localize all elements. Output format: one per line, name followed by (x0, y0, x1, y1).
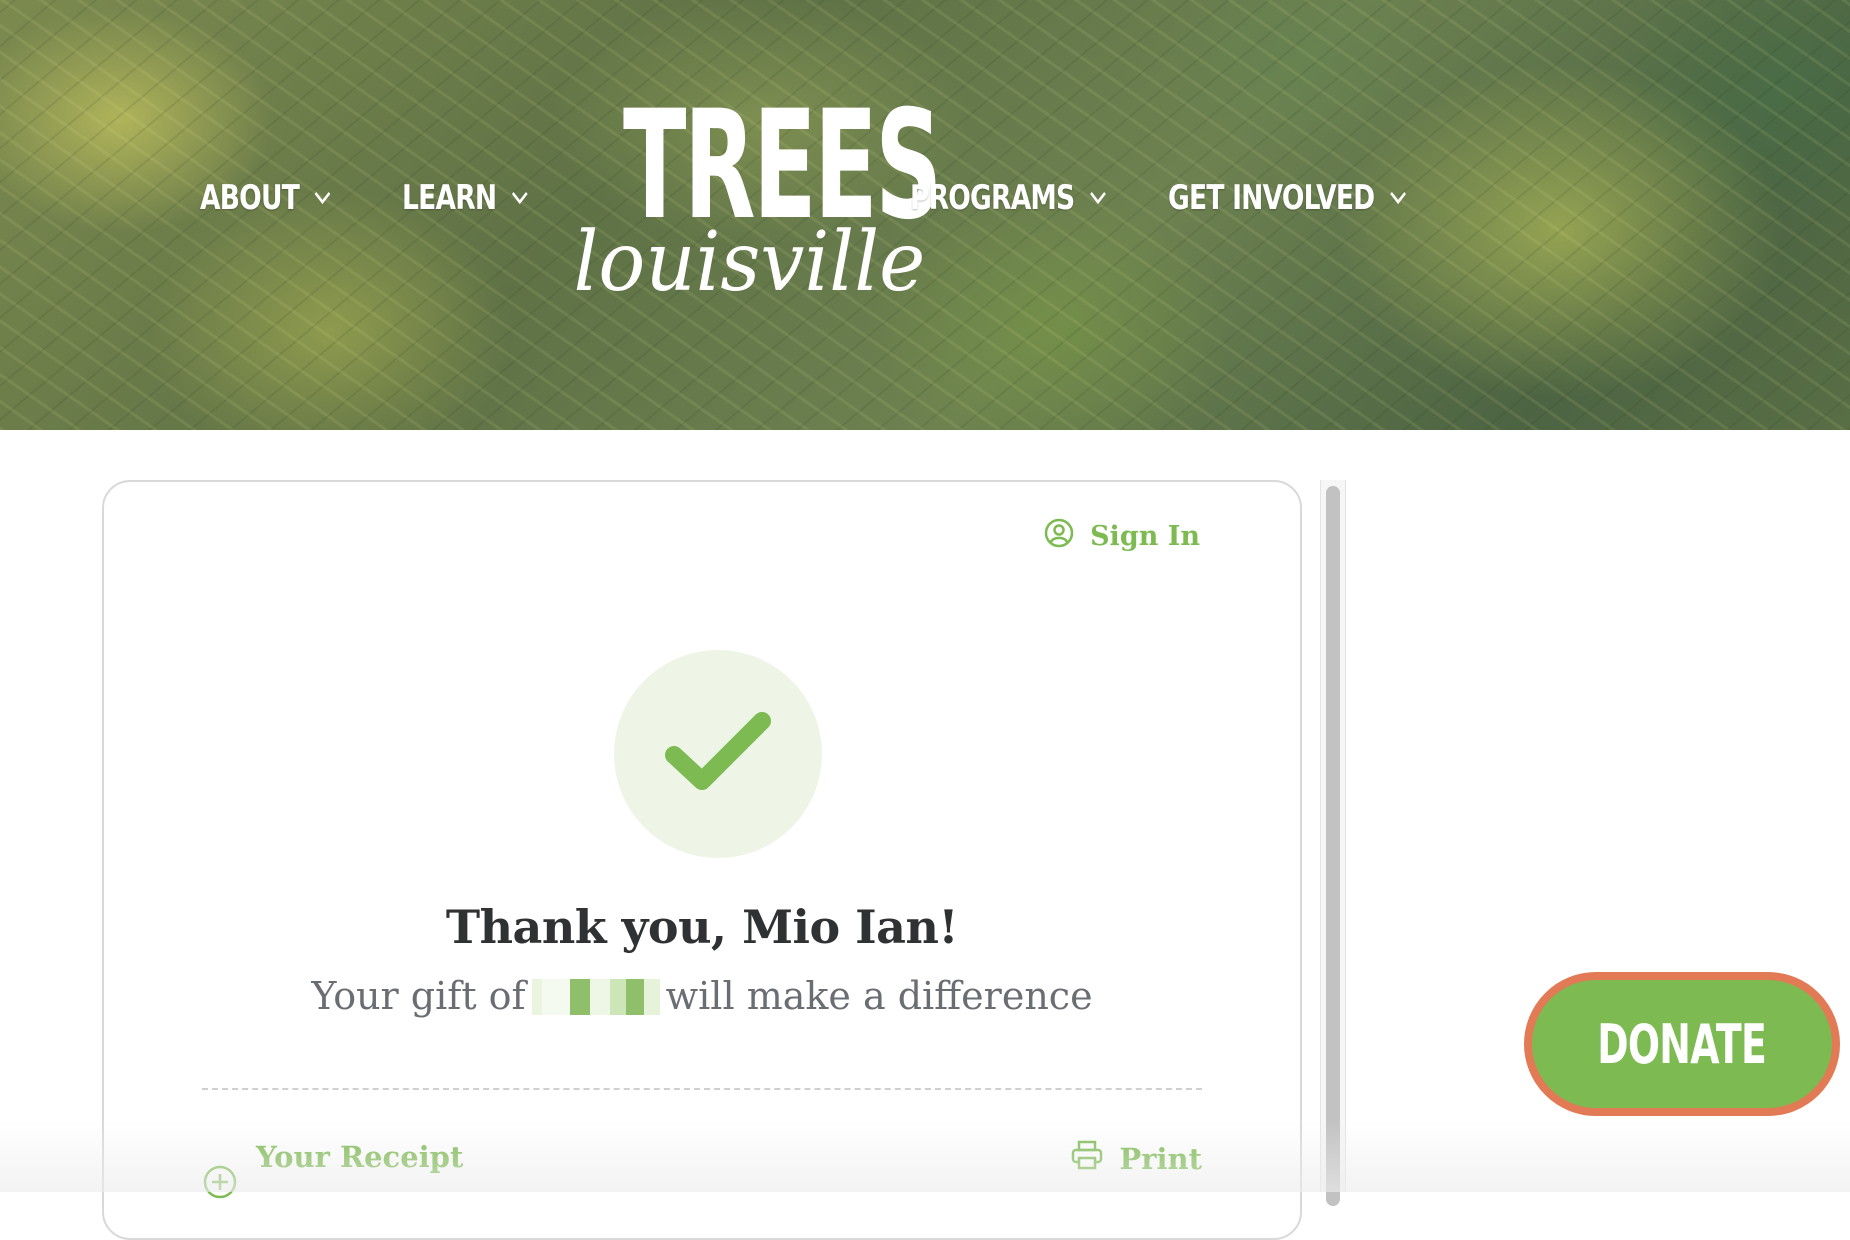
chevron-down-icon (1088, 190, 1107, 206)
plus-circle-icon (202, 1164, 238, 1207)
chevron-down-icon (313, 190, 332, 206)
scrollbar-track[interactable] (1320, 480, 1346, 1206)
chevron-down-icon (510, 190, 529, 206)
hero-banner: ABOUT LEARN TREES louisville PROGRAMS GE… (0, 0, 1850, 430)
receipt-label: Your Receipt (256, 1140, 464, 1174)
donate-button[interactable]: DONATE (1524, 972, 1840, 1116)
nav-item-programs[interactable]: PROGRAMS (910, 178, 1107, 218)
nav-item-label: ABOUT (200, 178, 300, 218)
gift-message: Your gift of will make a difference (104, 974, 1300, 1018)
chevron-down-icon (1388, 190, 1407, 206)
print-button[interactable]: Print (1071, 1140, 1202, 1177)
nav-item-learn[interactable]: LEARN (402, 178, 529, 218)
scrollbar-thumb[interactable] (1326, 486, 1340, 1206)
receipt-toggle[interactable]: Your Receipt (202, 1140, 463, 1207)
nav-item-label: PROGRAMS (910, 178, 1075, 218)
gift-suffix: will make a difference (665, 974, 1093, 1018)
trees-louisville-logo[interactable]: TREES louisville (566, 91, 943, 310)
donate-label: DONATE (1597, 1012, 1768, 1076)
printer-icon (1071, 1140, 1103, 1177)
success-badge (614, 650, 822, 858)
gift-prefix: Your gift of (311, 974, 526, 1018)
sign-in-label: Sign In (1090, 521, 1200, 552)
thank-you-heading: Thank you, Mio Ian! (445, 900, 959, 954)
print-label: Print (1119, 1141, 1202, 1176)
donation-confirmation-card: Sign In Thank you, Mio Ian! Your gift of… (102, 480, 1302, 1240)
nav-item-about[interactable]: ABOUT (200, 178, 332, 218)
logo-script: louisville (573, 215, 926, 310)
checkmark-icon (658, 707, 778, 801)
nav-item-label: GET INVOLVED (1168, 178, 1375, 218)
sign-in-link[interactable]: Sign In (1044, 518, 1200, 555)
nav-item-get-involved[interactable]: GET INVOLVED (1168, 178, 1407, 218)
nav-item-label: LEARN (402, 178, 497, 218)
user-circle-icon (1044, 518, 1074, 555)
dashed-divider (202, 1088, 1202, 1090)
gift-amount-redacted (531, 979, 660, 1015)
